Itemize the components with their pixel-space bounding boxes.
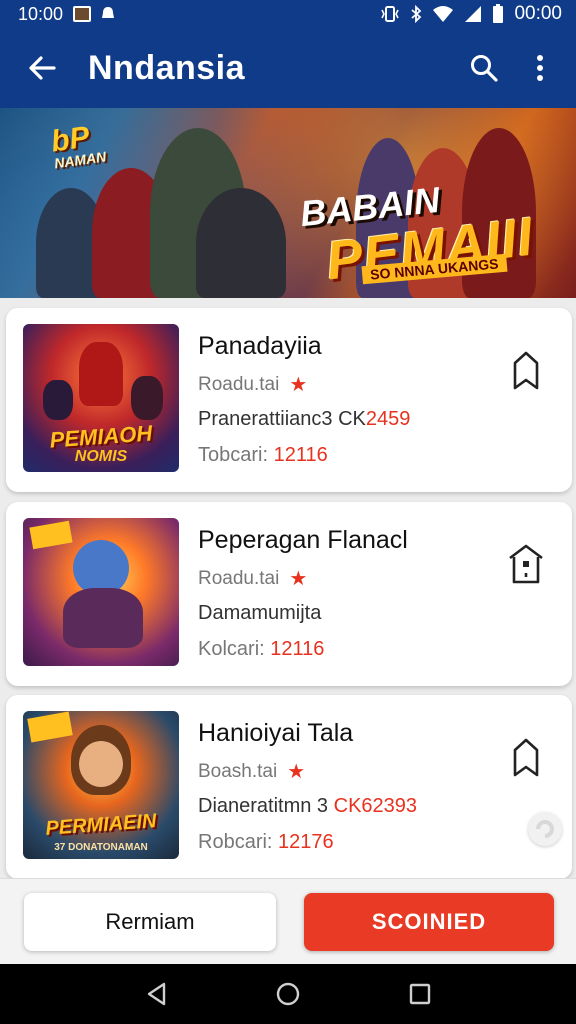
game-meta: Tobcari: 12116 — [198, 444, 328, 467]
action-bar: Rermiam SCOINIED — [0, 878, 576, 964]
battery-icon — [492, 4, 504, 24]
list-item[interactable]: Peperagan Flanacl Roadu.tai ★ Damamumijt… — [6, 502, 572, 686]
search-button[interactable] — [456, 40, 512, 96]
game-title: Peperagan Flanacl — [198, 526, 408, 554]
nav-back-button[interactable] — [132, 970, 180, 1018]
description-text: Damamumijta — [198, 602, 322, 624]
primary-button[interactable]: SCOINIED — [304, 893, 554, 951]
status-right: 00:00 — [380, 3, 562, 25]
game-thumbnail — [23, 518, 179, 666]
system-nav-bar — [0, 964, 576, 1024]
star-icon: ★ — [287, 761, 306, 783]
game-title: Hanioiyai Tala — [198, 719, 354, 747]
thumbnail-subtitle: 37 DONATONAMAN — [54, 842, 148, 853]
game-rating: Roadu.tai ★ — [198, 566, 307, 591]
list-item[interactable]: PERMIAEIN 37 DONATONAMAN Hanioiyai Tala … — [6, 695, 572, 878]
more-vert-icon — [537, 55, 543, 81]
secondary-button[interactable]: Rermiam — [24, 893, 276, 951]
rating-label: Roadu.tai — [198, 373, 280, 395]
nav-recents-button[interactable] — [396, 970, 444, 1018]
nav-recents-icon — [409, 983, 431, 1005]
meta-value: 12176 — [278, 831, 334, 853]
meta-label: Tobcari: — [198, 444, 269, 466]
back-button[interactable] — [12, 38, 72, 98]
bookmark-icon — [513, 738, 539, 777]
thumbnail-title: PERMIAEIN — [44, 810, 158, 840]
star-icon: ★ — [289, 374, 308, 396]
list-item[interactable]: PEMIAOH NOMIS Panadayiia Roadu.tai ★ Pra… — [6, 308, 572, 492]
game-meta: Robcari: 12176 — [198, 831, 334, 854]
game-title: Panadayiia — [198, 332, 322, 360]
status-time: 10:00 — [18, 3, 64, 24]
game-meta: Kolcari: 12116 — [198, 638, 324, 661]
image-icon — [73, 6, 92, 22]
banner-hero-figure — [196, 188, 286, 298]
bookmark-button[interactable] — [508, 540, 544, 588]
vibrate-icon — [380, 5, 400, 23]
meta-label: Kolcari: — [198, 638, 265, 660]
home-bookmark-icon — [509, 544, 543, 584]
bookmark-button[interactable] — [508, 733, 544, 781]
bookmark-icon — [513, 351, 539, 390]
notification-icon — [101, 6, 115, 22]
game-description: Dianeratitmn 3 CK62393 — [198, 795, 417, 818]
game-rating: Roadu.tai ★ — [198, 372, 307, 397]
rating-label: Boash.tai — [198, 760, 278, 782]
search-icon — [471, 55, 498, 82]
game-thumbnail: PERMIAEIN 37 DONATONAMAN — [23, 711, 179, 859]
game-description: Damamumijta — [198, 602, 321, 625]
description-text: Dianeratitmn 3 — [198, 795, 334, 817]
nav-home-button[interactable] — [264, 970, 312, 1018]
app-title: Nndansia — [88, 48, 246, 87]
refresh-icon — [536, 820, 554, 838]
description-text: Pranerattiianc3 CK — [198, 408, 366, 430]
status-left: 10:00 — [18, 4, 115, 25]
game-thumbnail: PEMIAOH NOMIS — [23, 324, 179, 472]
rating-label: Roadu.tai — [198, 567, 280, 589]
description-highlight: 2459 — [365, 408, 411, 430]
thumbnail-subtitle: NOMIS — [74, 448, 128, 465]
back-arrow-icon — [29, 56, 56, 80]
bookmark-button[interactable] — [508, 346, 544, 394]
status-bar: 10:00 00:00 — [0, 0, 576, 28]
nav-home-icon — [276, 982, 300, 1006]
wifi-icon — [432, 5, 454, 23]
promo-banner[interactable]: bP NAMAN BABAIN PEMAIII SO NNNA UKANGS — [0, 108, 576, 298]
scroll-indicator[interactable] — [528, 812, 562, 846]
star-icon: ★ — [289, 568, 308, 590]
app-bar: Nndansia — [0, 28, 576, 108]
status-time-right: 00:00 — [514, 3, 562, 24]
meta-label: Robcari: — [198, 831, 273, 853]
more-options-button[interactable] — [512, 40, 568, 96]
game-list: PEMIAOH NOMIS Panadayiia Roadu.tai ★ Pra… — [0, 300, 576, 878]
nav-back-icon — [147, 982, 166, 1006]
meta-value: 12116 — [273, 444, 328, 466]
description-highlight: CK62393 — [333, 795, 418, 817]
game-rating: Boash.tai ★ — [198, 759, 305, 784]
game-description: Pranerattiianc3 CK2459 — [198, 408, 410, 431]
meta-value: 12116 — [270, 638, 325, 660]
signal-icon — [464, 5, 482, 23]
bluetooth-icon — [410, 5, 422, 23]
banner-logo: bP NAMAN — [49, 119, 107, 172]
